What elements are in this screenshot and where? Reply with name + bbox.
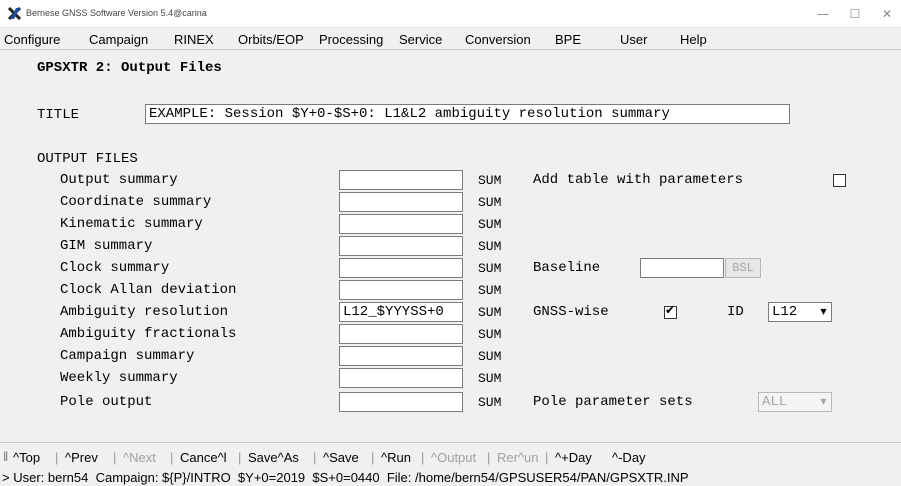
minus-day-button[interactable]: ^-Day	[612, 450, 646, 465]
weekly-summary-field[interactable]	[339, 368, 463, 388]
gnss-wise-checkbox[interactable]: ✔	[664, 303, 677, 319]
toolbar-separator: |	[487, 450, 491, 465]
toolbar-separator: |	[55, 450, 59, 465]
row-label-weekly-summary: Weekly summary	[60, 370, 178, 386]
save-as-button[interactable]: Save^As	[248, 450, 299, 465]
next-button[interactable]: ^Next	[123, 450, 156, 465]
campaign-summary-field[interactable]	[339, 346, 463, 366]
window-title: Bernese GNSS Software Version 5.4@carina	[26, 8, 207, 18]
chevron-down-icon[interactable]: ▼	[819, 397, 828, 407]
ext-label: SUM	[478, 173, 502, 188]
toolbar-separator: |	[313, 450, 317, 465]
x-logo-icon	[8, 7, 21, 20]
row-label-clock-allan-deviation: Clock Allan deviation	[60, 282, 237, 298]
status-text: > User: bern54 Campaign: ${P}/INTRO $Y+0…	[2, 470, 689, 485]
ext-label: SUM	[478, 395, 502, 410]
row-label-ambiguity-resolution: Ambiguity resolution	[60, 304, 229, 320]
menu-help[interactable]: Help	[680, 32, 707, 47]
row-label-coordinate-summary: Coordinate summary	[60, 194, 212, 210]
menu-campaign[interactable]: Campaign	[89, 32, 148, 47]
top-button[interactable]: ^Top	[13, 450, 40, 465]
toolbar-separator: |	[170, 450, 174, 465]
menu-orbits-eop[interactable]: Orbits/EOP	[238, 32, 304, 47]
row-label-output-summary: Output summary	[60, 172, 178, 188]
ext-label: SUM	[478, 371, 502, 386]
window-titlebar: Bernese GNSS Software Version 5.4@carina…	[0, 0, 901, 28]
menu-service[interactable]: Service	[399, 32, 442, 47]
toolbar-separator: |	[421, 450, 425, 465]
toolbar-grip-icon: ‖	[3, 449, 9, 464]
output-button[interactable]: ^Output	[431, 450, 476, 465]
gnss-wise-label: GNSS-wise	[533, 304, 609, 320]
clock-allan-deviation-field[interactable]	[339, 280, 463, 300]
ext-label: SUM	[478, 261, 502, 276]
prev-button[interactable]: ^Prev	[65, 450, 98, 465]
baseline-label: Baseline	[533, 260, 601, 276]
gim-summary-field[interactable]	[339, 236, 463, 256]
cancel-button[interactable]: Cance^l	[180, 450, 227, 465]
toolbar-separator: |	[371, 450, 375, 465]
ext-label: SUM	[478, 283, 502, 298]
toolbar-separator: |	[113, 450, 117, 465]
bottom-toolbar: ‖ ^Top | ^Prev | ^Next | Cance^l | Save^…	[0, 442, 901, 468]
main-panel: GPSXTR 2: Output Files TITLE EXAMPLE: Se…	[0, 50, 901, 442]
id-label: ID	[727, 304, 744, 320]
minimize-icon[interactable]: —	[808, 4, 838, 24]
id-value: L12	[772, 304, 798, 320]
status-bar: > User: bern54 Campaign: ${P}/INTRO $Y+0…	[0, 468, 901, 486]
ext-label: SUM	[478, 217, 502, 232]
title-field[interactable]: EXAMPLE: Session $Y+0-$S+0: L1&L2 ambigu…	[145, 104, 790, 124]
pole-sets-value: ALL	[762, 394, 788, 410]
row-label-campaign-summary: Campaign summary	[60, 348, 195, 364]
coordinate-summary-field[interactable]	[339, 192, 463, 212]
toolbar-separator: |	[545, 450, 549, 465]
menu-user[interactable]: User	[620, 32, 647, 47]
title-label: TITLE	[37, 107, 80, 123]
pole-output-field[interactable]	[339, 392, 463, 412]
plus-day-button[interactable]: ^+Day	[555, 450, 592, 465]
menu-bar: Configure Campaign RINEX Orbits/EOP Proc…	[0, 28, 901, 50]
menu-rinex[interactable]: RINEX	[174, 32, 214, 47]
pole-sets-label: Pole parameter sets	[533, 394, 693, 410]
ext-label: SUM	[478, 327, 502, 342]
run-button[interactable]: ^Run	[381, 450, 411, 465]
baseline-select-button[interactable]: BSL	[725, 258, 761, 278]
ext-label: SUM	[478, 305, 502, 320]
output-summary-field[interactable]	[339, 170, 463, 190]
ext-label: SUM	[478, 195, 502, 210]
row-label-gim-summary: GIM summary	[60, 238, 153, 254]
ambiguity-resolution-field[interactable]: L12_$YYYSS+0	[339, 302, 463, 322]
row-label-ambiguity-fractionals: Ambiguity fractionals	[60, 326, 237, 342]
output-files-label: OUTPUT FILES	[37, 151, 138, 167]
row-label-pole-output: Pole output	[60, 394, 153, 410]
checkmark-icon: ✔	[665, 303, 676, 317]
maximize-icon[interactable]: ☐	[840, 4, 870, 24]
clock-summary-field[interactable]	[339, 258, 463, 278]
add-table-checkbox[interactable]	[833, 174, 846, 187]
save-button[interactable]: ^Save	[323, 450, 359, 465]
baseline-field[interactable]	[640, 258, 724, 278]
pole-sets-combobox[interactable]: ALL ▼	[758, 392, 832, 412]
toolbar-separator: |	[238, 450, 242, 465]
close-icon[interactable]: ✕	[872, 4, 901, 24]
menu-processing[interactable]: Processing	[319, 32, 383, 47]
ext-label: SUM	[478, 239, 502, 254]
menu-conversion[interactable]: Conversion	[465, 32, 531, 47]
menu-configure[interactable]: Configure	[4, 32, 60, 47]
row-label-clock-summary: Clock summary	[60, 260, 170, 276]
ext-label: SUM	[478, 349, 502, 364]
rerun-button[interactable]: Rer^un	[497, 450, 539, 465]
page-title: GPSXTR 2: Output Files	[37, 60, 222, 76]
ambiguity-fractionals-field[interactable]	[339, 324, 463, 344]
add-table-label: Add table with parameters	[533, 172, 744, 188]
row-label-kinematic-summary: Kinematic summary	[60, 216, 203, 232]
id-combobox[interactable]: L12 ▼	[768, 302, 832, 322]
chevron-down-icon[interactable]: ▼	[819, 307, 828, 317]
kinematic-summary-field[interactable]	[339, 214, 463, 234]
menu-bpe[interactable]: BPE	[555, 32, 581, 47]
